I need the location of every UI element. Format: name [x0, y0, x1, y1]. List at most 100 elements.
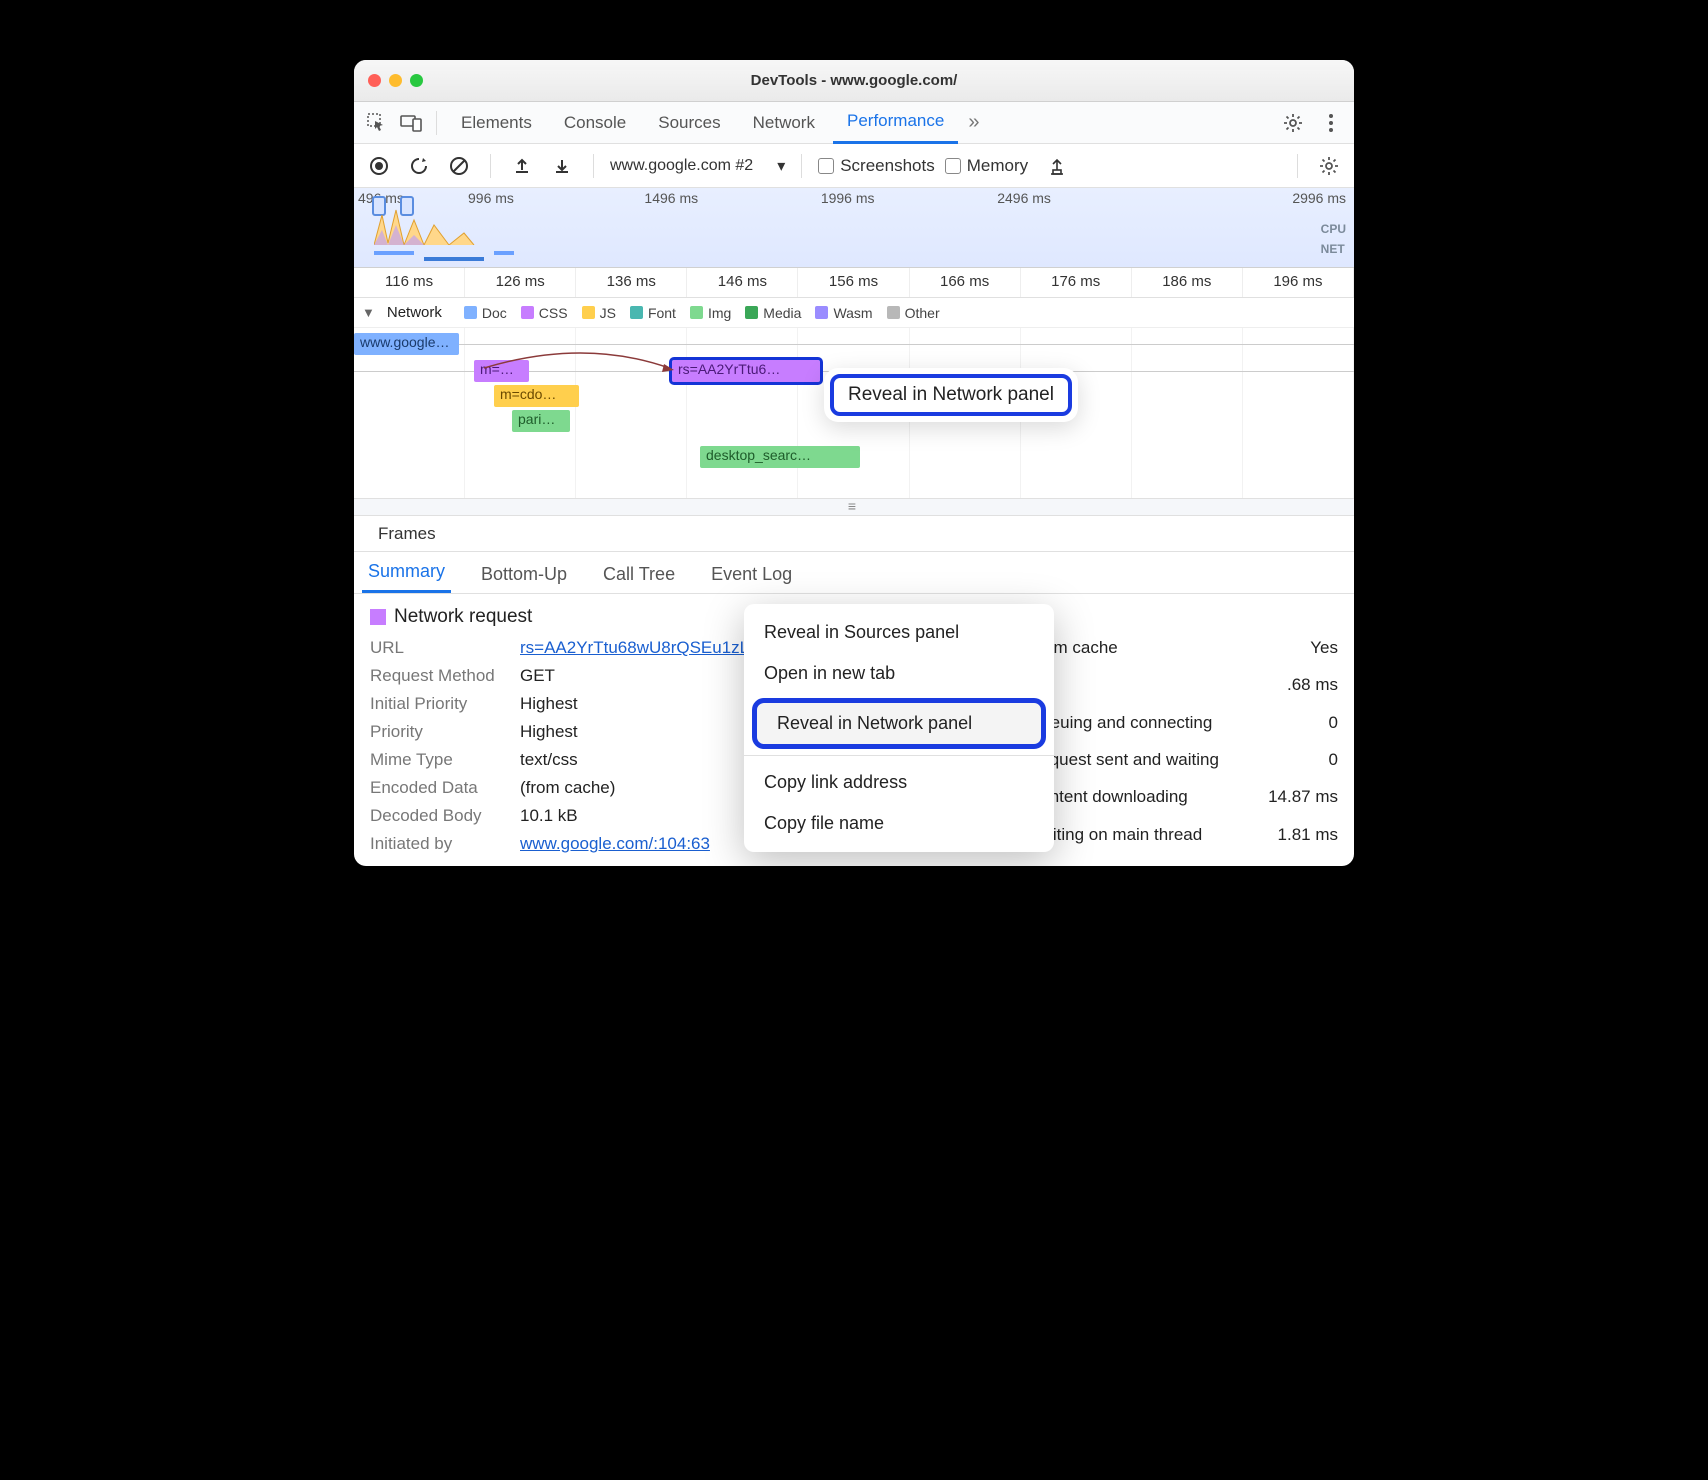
legend-label: JS — [600, 305, 616, 321]
divider — [801, 154, 802, 178]
clear-button[interactable] — [444, 151, 474, 181]
context-menu-item[interactable]: Reveal in Sources panel — [744, 612, 1054, 653]
tab-performance[interactable]: Performance — [833, 102, 958, 144]
legend-swatch — [690, 306, 703, 319]
settings-gear-icon[interactable] — [1278, 108, 1308, 138]
detail-key: URL — [370, 638, 520, 658]
legend-item: Media — [745, 305, 801, 321]
legend-item: Img — [690, 305, 731, 321]
overview-right-labels: CPU NET — [1321, 222, 1346, 256]
reveal-tooltip-label: Reveal in Network panel — [830, 374, 1072, 416]
resize-handle[interactable]: ≡ — [354, 498, 1354, 516]
divider — [1297, 154, 1298, 178]
minimize-window-button[interactable] — [389, 74, 402, 87]
memory-checkbox[interactable]: Memory — [945, 156, 1028, 176]
maximize-window-button[interactable] — [410, 74, 423, 87]
detail-key: Queuing and connecting — [1028, 713, 1268, 742]
chevron-down-icon: ▾ — [777, 156, 785, 176]
legend-swatch — [521, 306, 534, 319]
legend-swatch — [815, 306, 828, 319]
checkbox-icon — [945, 158, 961, 174]
legend-label: Media — [763, 305, 801, 321]
reveal-tooltip[interactable]: Reveal in Network panel — [824, 368, 1078, 422]
frames-section-header[interactable]: Frames — [354, 516, 1354, 552]
waterfall-request-bar[interactable]: pari… — [512, 410, 570, 432]
legend-label: Img — [708, 305, 731, 321]
waterfall-request-bar[interactable]: www.google… — [354, 333, 459, 355]
waterfall-request-bar[interactable]: desktop_searc… — [700, 446, 860, 468]
details-color-swatch — [370, 609, 386, 625]
memory-label: Memory — [967, 156, 1028, 176]
traffic-lights — [368, 74, 423, 87]
legend-label: CSS — [539, 305, 568, 321]
detail-key: Decoded Body — [370, 806, 520, 826]
network-waterfall[interactable]: www.google… m=… rs=AA2YrTtu6… m=cdo… pari… de… — [354, 328, 1354, 498]
frames-label: Frames — [378, 524, 436, 544]
network-section-label: Network — [387, 304, 442, 321]
detail-key: Request Method — [370, 666, 520, 686]
devtools-window: DevTools - www.google.com/ Elements Cons… — [354, 60, 1354, 866]
tab-console[interactable]: Console — [550, 102, 640, 144]
divider — [593, 154, 594, 178]
waterfall-request-bar[interactable]: m=… — [474, 360, 529, 382]
legend-item: Doc — [464, 305, 507, 321]
recording-selector-label: www.google.com #2 — [610, 157, 753, 175]
upload-icon[interactable] — [507, 151, 537, 181]
detail-key: Waiting on main thread — [1028, 825, 1268, 854]
screenshots-label: Screenshots — [840, 156, 935, 176]
sub-tab-event-log[interactable]: Event Log — [705, 564, 798, 593]
cpu-sparkline — [374, 205, 494, 245]
garbage-collect-icon[interactable] — [1042, 151, 1072, 181]
screenshots-checkbox[interactable]: Screenshots — [818, 156, 935, 176]
device-toggle-icon[interactable] — [396, 108, 426, 138]
detail-value: 0 — [1268, 713, 1338, 742]
detail-value: 14.87 ms — [1268, 787, 1338, 816]
sub-tab-summary[interactable]: Summary — [362, 561, 451, 593]
detail-key: Priority — [370, 722, 520, 742]
summary-details: Network request URLrs=AA2YrTtu68wU8rQSEu… — [354, 594, 1354, 866]
detail-key — [1028, 675, 1268, 704]
sub-tab-bottom-up[interactable]: Bottom-Up — [475, 564, 573, 593]
tab-elements[interactable]: Elements — [447, 102, 546, 144]
recording-selector[interactable]: www.google.com #2 ▾ — [610, 156, 785, 176]
performance-toolbar: www.google.com #2 ▾ Screenshots Memory — [354, 144, 1354, 188]
waterfall-request-bar[interactable]: m=cdo… — [494, 385, 579, 407]
more-tabs-icon[interactable]: » — [962, 111, 985, 134]
download-icon[interactable] — [547, 151, 577, 181]
detail-value: Yes — [1268, 638, 1338, 667]
detail-value: .68 ms — [1268, 675, 1338, 704]
sub-tab-call-tree[interactable]: Call Tree — [597, 564, 681, 593]
legend-item: CSS — [521, 305, 568, 321]
network-section-header[interactable]: ▼ Network Doc CSS JS Font Img Media Wasm Other — [354, 298, 1354, 328]
tab-network[interactable]: Network — [739, 102, 829, 144]
legend-item: Font — [630, 305, 676, 321]
legend-label: Wasm — [833, 305, 872, 321]
titlebar: DevTools - www.google.com/ — [354, 60, 1354, 102]
context-menu-item[interactable]: Copy link address — [744, 762, 1054, 803]
details-title: Network request — [394, 606, 532, 628]
legend-swatch — [887, 306, 900, 319]
capture-settings-gear-icon[interactable] — [1314, 151, 1344, 181]
close-window-button[interactable] — [368, 74, 381, 87]
detail-key: From cache — [1028, 638, 1268, 667]
reload-button[interactable] — [404, 151, 434, 181]
legend-item: Wasm — [815, 305, 872, 321]
legend-swatch — [464, 306, 477, 319]
legend-swatch — [582, 306, 595, 319]
legend-label: Doc — [482, 305, 507, 321]
collapse-triangle-icon: ▼ — [362, 305, 375, 320]
context-menu-item-highlighted[interactable]: Reveal in Network panel — [752, 698, 1046, 749]
detail-value: 1.81 ms — [1268, 825, 1338, 854]
waterfall-request-bar[interactable]: rs=AA2YrTtu6… — [672, 360, 820, 382]
context-menu-item[interactable]: Copy file name — [744, 803, 1054, 844]
detail-value: 0 — [1268, 750, 1338, 779]
tab-sources[interactable]: Sources — [644, 102, 734, 144]
record-button[interactable] — [364, 151, 394, 181]
overview-strip[interactable]: 496 ms 996 ms 1496 ms 1996 ms 2496 ms 29… — [354, 188, 1354, 268]
divider — [436, 111, 437, 135]
inspect-icon[interactable] — [362, 108, 392, 138]
kebab-menu-icon[interactable] — [1316, 108, 1346, 138]
main-tabs-row: Elements Console Sources Network Perform… — [354, 102, 1354, 144]
context-menu-item[interactable]: Open in new tab — [744, 653, 1054, 694]
legend-item: Other — [887, 305, 940, 321]
